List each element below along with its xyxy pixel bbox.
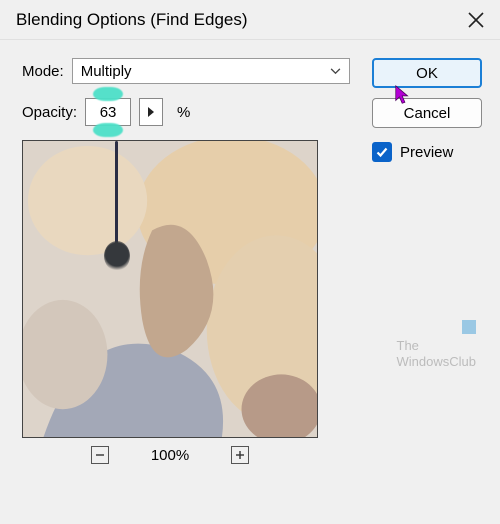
zoom-value: 100% (151, 447, 189, 464)
highlight-mark (93, 87, 123, 101)
titlebar: Blending Options (Find Edges) (0, 0, 500, 40)
highlight-mark (93, 123, 123, 137)
opacity-field-wrap (85, 98, 131, 126)
watermark-icon (462, 320, 476, 334)
close-icon[interactable] (466, 10, 486, 30)
ok-button[interactable]: OK (372, 58, 482, 88)
opacity-stepper[interactable] (139, 98, 163, 126)
brush-blob (104, 241, 130, 271)
mode-label: Mode: (22, 63, 64, 80)
plus-icon (235, 450, 245, 460)
preview-label: Preview (400, 144, 453, 161)
brush-stroke (115, 141, 118, 253)
preview-thumbnail (22, 140, 318, 438)
chevron-down-icon (330, 68, 341, 75)
cancel-button[interactable]: Cancel (372, 98, 482, 128)
mode-value: Multiply (81, 63, 132, 80)
opacity-input[interactable] (86, 104, 130, 121)
minus-icon (95, 450, 105, 460)
preview-checkbox[interactable] (372, 142, 392, 162)
watermark: The WindowsClub (397, 338, 476, 369)
opacity-label: Opacity: (22, 104, 77, 121)
dialog-title: Blending Options (Find Edges) (16, 10, 248, 30)
check-icon (375, 145, 389, 159)
zoom-in-button[interactable] (231, 446, 249, 464)
triangle-right-icon (148, 107, 154, 117)
opacity-unit: % (177, 104, 190, 121)
zoom-out-button[interactable] (91, 446, 109, 464)
mode-select[interactable]: Multiply (72, 58, 350, 84)
